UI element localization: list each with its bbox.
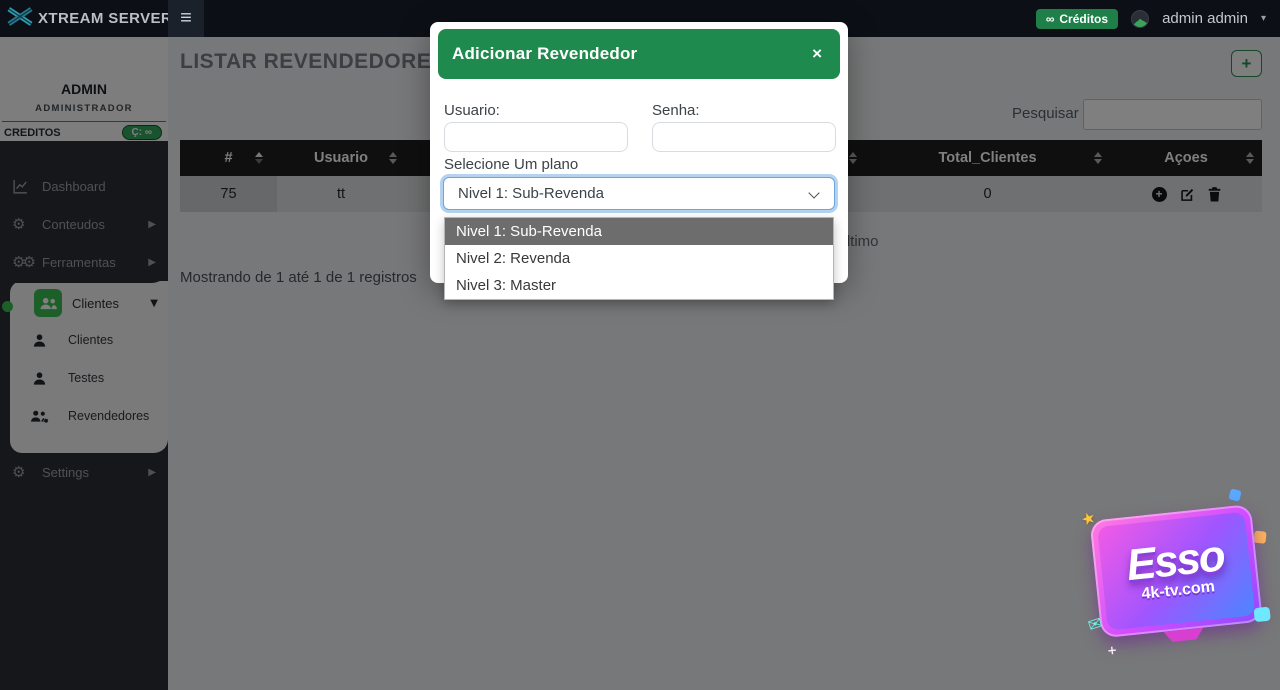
sparkle-decoration: + xyxy=(1106,643,1117,658)
watermark-tv-screen: Esso 4k-tv.com xyxy=(1097,512,1255,631)
caret-down-icon[interactable]: ▾ xyxy=(1261,13,1266,24)
senha-label: Senha: xyxy=(652,102,700,119)
plan-label: Selecione Um plano xyxy=(444,156,578,173)
close-icon[interactable]: × xyxy=(812,29,822,79)
senha-field[interactable] xyxy=(652,122,836,152)
plan-selected-value: Nivel 1: Sub-Revenda xyxy=(458,185,604,202)
usuario-field[interactable] xyxy=(444,122,628,152)
modal-header: Adicionar Revendedor × xyxy=(438,29,840,79)
watermark-tv-frame: Esso 4k-tv.com xyxy=(1089,504,1262,638)
hamburger-icon: ≡ xyxy=(180,7,192,30)
modal-title: Adicionar Revendedor xyxy=(438,44,637,64)
user-avatar xyxy=(1131,10,1149,28)
plan-option-nivel3[interactable]: Nivel 3: Master xyxy=(445,272,833,299)
credits-badge[interactable]: ∞ Créditos xyxy=(1036,9,1118,29)
brand[interactable]: XTREAM SERVER xyxy=(0,0,168,37)
credits-badge-label: Créditos xyxy=(1059,12,1108,26)
plan-option-nivel1[interactable]: Nivel 1: Sub-Revenda xyxy=(445,218,833,245)
plan-select[interactable]: Nivel 1: Sub-Revenda xyxy=(443,177,835,210)
chevron-down-icon xyxy=(808,187,819,198)
screen: XTREAM SERVER ≡ ∞ Créditos admin admin ▾… xyxy=(0,0,1280,690)
plan-options-dropdown: Nivel 1: Sub-Revenda Nivel 2: Revenda Ni… xyxy=(444,217,834,300)
plan-option-nivel2[interactable]: Nivel 2: Revenda xyxy=(445,245,833,272)
topbar-right: ∞ Créditos admin admin ▾ xyxy=(1036,9,1280,29)
esso-watermark: ★ Esso 4k-tv.com ✉ + xyxy=(1082,489,1274,669)
usuario-label: Usuario: xyxy=(444,102,500,119)
user-menu[interactable]: admin admin xyxy=(1162,10,1248,27)
square-decoration xyxy=(1228,488,1241,501)
brand-x-logo-icon xyxy=(6,6,34,32)
square-decoration xyxy=(1253,531,1266,544)
camera-decoration xyxy=(1253,607,1270,623)
hamburger-menu-button[interactable]: ≡ xyxy=(168,0,204,37)
brand-title: XTREAM SERVER xyxy=(38,10,172,27)
infinity-icon: ∞ xyxy=(1046,12,1055,26)
